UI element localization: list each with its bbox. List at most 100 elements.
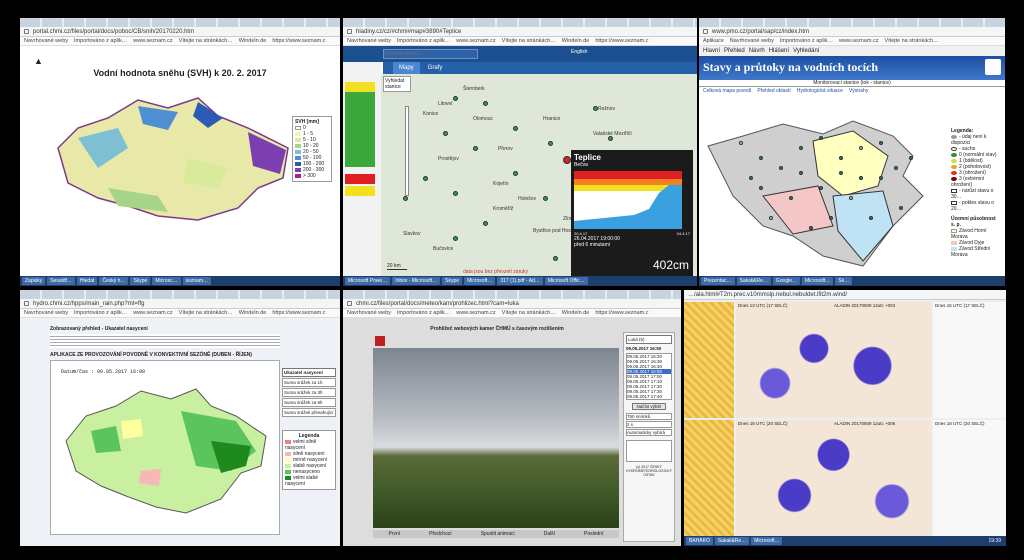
station-marker[interactable] xyxy=(739,141,743,145)
station-marker[interactable] xyxy=(483,221,488,226)
bookmark-item[interactable]: Importováno z aplik… xyxy=(397,310,450,316)
play-animation-button[interactable]: Spustit animaci xyxy=(481,531,515,537)
taskbar-item[interactable]: seznam… xyxy=(182,277,212,285)
station-marker[interactable] xyxy=(453,96,458,101)
url-text[interactable]: hladiny.cz/cz/#chmi#map#3890#Teplice xyxy=(356,29,461,35)
bookmark-item[interactable]: Vítejte na stránkách… xyxy=(884,38,938,44)
bookmark-item[interactable]: www.seznam.cz xyxy=(133,38,172,44)
station-marker[interactable] xyxy=(749,176,753,180)
station-marker[interactable] xyxy=(453,236,458,241)
taskbar-item[interactable]: Skype xyxy=(442,277,463,285)
station-marker[interactable] xyxy=(829,216,833,220)
station-search-input[interactable] xyxy=(383,49,478,59)
taskbar-item[interactable]: Microsoft Powe… xyxy=(345,277,391,285)
station-marker[interactable] xyxy=(894,166,898,170)
taskbar-item[interactable]: 317 (1).pdf - Ad… xyxy=(497,277,543,285)
bookmark-item[interactable]: Vítejte na stránkách… xyxy=(179,38,233,44)
nav-link[interactable]: Výstrahy xyxy=(849,88,868,94)
station-marker[interactable] xyxy=(769,216,773,220)
time-item[interactable]: 09.05.2017 17:40 xyxy=(627,394,671,399)
bookmark-item[interactable]: https://www.seznam.c xyxy=(595,38,648,44)
stanice-button[interactable]: Vyhledat stanice xyxy=(383,76,411,92)
taskbar-item[interactable]: Český h… xyxy=(99,277,129,285)
station-marker[interactable] xyxy=(403,196,408,201)
station-marker[interactable] xyxy=(909,156,913,160)
bookmark-item[interactable]: www.seznam.cz xyxy=(133,310,172,316)
station-marker[interactable] xyxy=(543,196,548,201)
station-marker[interactable] xyxy=(483,101,488,106)
bookmark-item[interactable]: https://www.seznam.c xyxy=(595,310,648,316)
taskbar-item[interactable]: Google… xyxy=(772,277,800,285)
url-text[interactable]: hydro.chmi.cz/hpps/main_rain.php?mt=ffg xyxy=(33,301,144,307)
bookmark-item[interactable]: Windeln.de xyxy=(562,310,590,316)
taskbar-item[interactable]: Prezentac… xyxy=(701,277,735,285)
station-marker[interactable] xyxy=(423,176,428,181)
station-marker[interactable] xyxy=(799,146,803,150)
bookmark-item[interactable]: Importováno z aplik… xyxy=(780,38,833,44)
station-marker[interactable] xyxy=(859,176,863,180)
english-link[interactable]: English xyxy=(571,49,587,55)
zoom-slider[interactable] xyxy=(405,106,409,196)
thumbnail[interactable] xyxy=(626,440,672,462)
selected-station-marker[interactable] xyxy=(563,156,571,164)
tab-strip[interactable] xyxy=(343,290,681,299)
bookmark-item[interactable]: Navrhované weby xyxy=(347,310,391,316)
tab-strip[interactable] xyxy=(20,18,340,27)
station-marker[interactable] xyxy=(819,136,823,140)
time-list[interactable]: 09.05.2017 16:20 09.05.2017 16:30 09.05.20… xyxy=(626,353,672,400)
basin-map[interactable] xyxy=(703,116,943,276)
station-marker[interactable] xyxy=(443,131,448,136)
taskbar-item[interactable]: Microsoft… xyxy=(802,277,834,285)
taskbar-item[interactable]: Microsoft Offic… xyxy=(544,277,588,285)
bookmark-item[interactable]: Navrhované weby xyxy=(24,38,68,44)
btn-sum-1h[interactable]: Suma srážek za 1h xyxy=(282,378,336,387)
btn-sum-exceed[interactable]: Suma srážek přesahující xyxy=(282,408,336,417)
btn-ukazatel[interactable]: Ukazatel nasycení xyxy=(282,368,336,377)
nav-link[interactable]: Vyhledání xyxy=(793,48,819,54)
station-marker[interactable] xyxy=(849,196,853,200)
tab-mapy[interactable]: Mapy xyxy=(393,62,420,74)
bookmark-item[interactable]: Windeln.de xyxy=(239,38,267,44)
tab-strip[interactable] xyxy=(343,18,697,27)
station-marker[interactable] xyxy=(593,106,598,111)
taskbar-item[interactable]: Sesaldf… xyxy=(47,277,75,285)
station-marker[interactable] xyxy=(548,141,553,146)
taskbar-item[interactable]: Zapisky xyxy=(22,277,46,285)
bookmark-item[interactable]: Windeln.de xyxy=(239,310,267,316)
bookmark-item[interactable]: Navrhované weby xyxy=(347,38,391,44)
frames-select[interactable]: 750 snímků xyxy=(626,413,672,420)
tab-strip[interactable] xyxy=(699,18,1005,27)
station-marker[interactable] xyxy=(859,146,863,150)
btn-sum-3h[interactable]: Suma srážek za 3h xyxy=(282,388,336,397)
url-text[interactable]: portal.chmi.cz/files/portal/docs/poboc/C… xyxy=(33,29,194,35)
station-marker[interactable] xyxy=(879,176,883,180)
bookmark-item[interactable]: www.seznam.cz xyxy=(456,38,495,44)
taskbar-item[interactable]: Skype xyxy=(130,277,151,285)
station-marker[interactable] xyxy=(779,166,783,170)
bookmark-item[interactable]: Vítejte na stránkách… xyxy=(179,310,233,316)
bookmark-item[interactable]: Vítejte na stránkách… xyxy=(502,310,556,316)
delay-select[interactable]: 2 s xyxy=(626,421,672,428)
station-marker[interactable] xyxy=(839,156,843,160)
station-marker[interactable] xyxy=(869,216,873,220)
bookmark-item[interactable]: www.seznam.cz xyxy=(456,310,495,316)
nav-link[interactable]: Celková mapa povodí xyxy=(703,88,751,94)
taskbar-item[interactable]: Sakali&Re… xyxy=(736,277,771,285)
address-bar[interactable]: hydro.chmi.cz/hpps/main_rain.php?mt=ffg xyxy=(20,299,340,309)
station-marker[interactable] xyxy=(513,171,518,176)
nav-link[interactable]: Přehled oblastí xyxy=(757,88,790,94)
station-select[interactable]: Luká (5) xyxy=(626,335,672,344)
taskbar-item[interactable]: Sakali&Re… xyxy=(714,537,750,545)
address-bar[interactable]: …/ala.html#T2m.prec.v10mmslp.nebul.nebul… xyxy=(684,290,1006,300)
taskbar-item[interactable]: Inbox - Microsoft… xyxy=(392,277,441,285)
station-marker[interactable] xyxy=(759,156,763,160)
next-button[interactable]: Další xyxy=(544,531,555,537)
saturation-map[interactable] xyxy=(61,381,271,521)
bookmark-item[interactable]: www.seznam.cz xyxy=(839,38,878,44)
station-marker[interactable] xyxy=(513,126,518,131)
bookmark-item[interactable]: Navrhované weby xyxy=(24,310,68,316)
station-marker[interactable] xyxy=(899,206,903,210)
first-button[interactable]: První xyxy=(389,531,401,537)
bookmark-item[interactable]: Importováno z aplik… xyxy=(74,310,127,316)
address-bar[interactable]: www.pmo.cz/portal/sap/cz/index.htm xyxy=(699,27,1005,37)
